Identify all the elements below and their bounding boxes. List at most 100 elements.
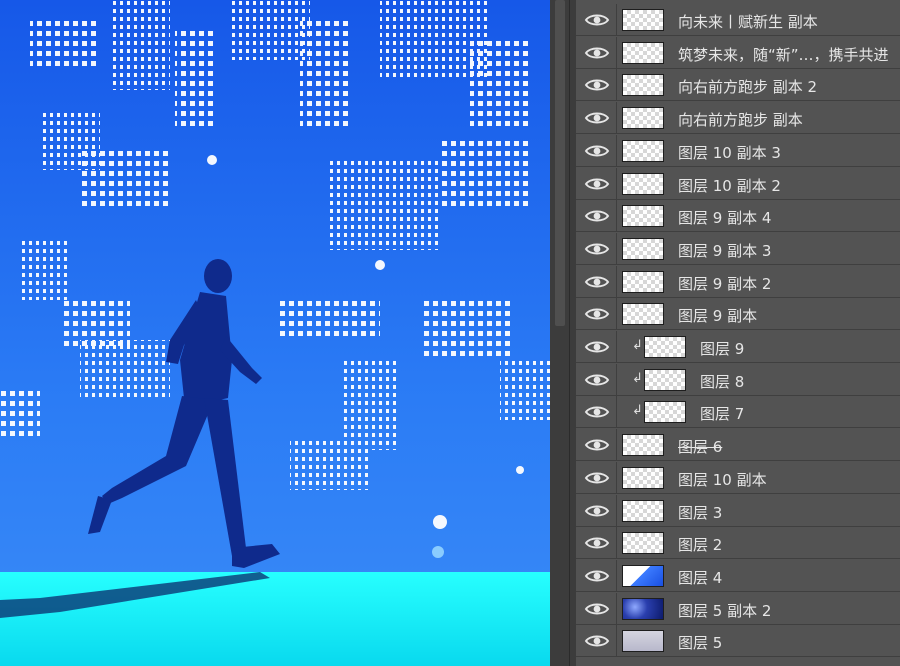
layer-thumbnail[interactable] [622, 74, 664, 97]
eye-icon[interactable] [584, 339, 610, 355]
eye-icon[interactable] [584, 503, 610, 519]
layer-name[interactable]: 图层 9 副本 2 [678, 273, 771, 294]
layer-thumbnail[interactable] [622, 172, 664, 195]
row-separator [616, 494, 617, 527]
layer-name[interactable]: 图层 10 副本 [678, 469, 767, 490]
eye-icon[interactable] [584, 437, 610, 453]
clipping-mask-icon: ↲ [632, 338, 643, 353]
layer-name[interactable]: 图层 9 副本 [678, 305, 757, 326]
layer-name[interactable]: 向右前方跑步 副本 2 [678, 76, 817, 97]
row-separator [616, 102, 617, 135]
layer-row[interactable]: 图层 10 副本 2 [576, 167, 900, 200]
layer-thumbnail[interactable] [622, 434, 664, 457]
layer-row[interactable]: 图层 9 副本 [576, 298, 900, 331]
layer-row[interactable]: 图层 10 副本 3 [576, 134, 900, 167]
eye-icon[interactable] [584, 535, 610, 551]
row-separator [616, 232, 617, 265]
eye-icon[interactable] [584, 372, 610, 388]
row-separator [616, 69, 617, 102]
eye-icon[interactable] [584, 77, 610, 93]
layer-name[interactable]: 图层 10 副本 2 [678, 175, 781, 196]
layer-thumbnail[interactable] [644, 336, 686, 358]
layer-row[interactable]: ↲ 图层 7 [576, 396, 900, 429]
layer-thumbnail[interactable] [622, 205, 664, 228]
row-separator [616, 4, 617, 36]
layer-name[interactable]: 图层 5 副本 2 [678, 600, 771, 621]
layer-thumbnail[interactable] [622, 139, 664, 162]
layer-thumbnail[interactable] [622, 303, 664, 326]
layer-thumbnail[interactable] [622, 597, 664, 620]
layer-row[interactable]: 图层 9 副本 3 [576, 232, 900, 265]
layer-name[interactable]: 图层 5 [678, 632, 722, 653]
row-separator [616, 527, 617, 560]
layer-name[interactable]: 图层 7 [700, 403, 744, 424]
layer-thumbnail[interactable] [622, 107, 664, 130]
layer-row[interactable]: 图层 5 [576, 625, 900, 658]
layer-thumbnail[interactable] [622, 630, 664, 653]
eye-icon[interactable] [584, 568, 610, 584]
eye-icon[interactable] [584, 176, 610, 192]
floor [0, 572, 550, 666]
eye-icon[interactable] [584, 12, 610, 28]
layer-row[interactable]: ↲ 图层 9 [576, 331, 900, 363]
eye-icon[interactable] [584, 601, 610, 617]
layer-name[interactable]: 图层 9 副本 4 [678, 207, 771, 228]
layer-thumbnail[interactable] [622, 9, 664, 31]
row-separator [616, 559, 617, 592]
layer-name[interactable]: 图层 9 [700, 338, 744, 359]
layer-row[interactable]: 筑梦未来，随“新”…，携手共进 [576, 36, 900, 69]
eye-icon[interactable] [584, 208, 610, 224]
document-canvas[interactable] [0, 0, 550, 666]
row-separator [616, 167, 617, 200]
layer-name[interactable]: 图层 6 [678, 436, 722, 457]
layer-thumbnail[interactable] [622, 564, 664, 587]
layer-name[interactable]: 图层 8 [700, 371, 744, 392]
layer-row[interactable]: 图层 2 [576, 527, 900, 560]
layer-name[interactable]: 向未来丨赋新生 副本 [678, 11, 818, 32]
layer-row[interactable]: 图层 3 [576, 494, 900, 527]
layer-row[interactable]: ↲ 图层 8 [576, 363, 900, 396]
layer-name[interactable]: 向右前方跑步 副本 [678, 109, 803, 130]
eye-icon[interactable] [584, 404, 610, 420]
layer-thumbnail[interactable] [622, 41, 664, 64]
layer-thumbnail[interactable] [622, 237, 664, 260]
row-separator [616, 134, 617, 167]
eye-icon[interactable] [584, 143, 610, 159]
row-separator [616, 363, 617, 396]
layer-name[interactable]: 图层 2 [678, 534, 722, 555]
layer-row[interactable]: 图层 5 副本 2 [576, 592, 900, 625]
layer-row[interactable]: 图层 6 [576, 429, 900, 462]
layer-thumbnail[interactable] [622, 499, 664, 522]
eye-icon[interactable] [584, 470, 610, 486]
layer-name[interactable]: 图层 4 [678, 567, 722, 588]
row-separator [616, 200, 617, 233]
eye-icon[interactable] [584, 274, 610, 290]
layer-row[interactable]: 图层 4 [576, 559, 900, 592]
layer-row[interactable]: 向右前方跑步 副本 [576, 102, 900, 135]
row-separator [616, 461, 617, 494]
eye-icon[interactable] [584, 110, 610, 126]
eye-icon[interactable] [584, 45, 610, 61]
layer-name[interactable]: 图层 9 副本 3 [678, 240, 771, 261]
layer-thumbnail[interactable] [622, 532, 664, 555]
layer-name[interactable]: 筑梦未来，随“新”…，携手共进 [678, 44, 889, 65]
layer-row[interactable]: 向右前方跑步 副本 2 [576, 69, 900, 102]
eye-icon[interactable] [584, 241, 610, 257]
canvas-artwork [0, 0, 550, 666]
eye-icon[interactable] [584, 306, 610, 322]
row-separator [616, 625, 617, 658]
layer-thumbnail[interactable] [622, 270, 664, 293]
row-separator [616, 592, 617, 625]
layer-thumbnail[interactable] [622, 466, 664, 489]
layer-thumbnail[interactable] [644, 368, 686, 391]
layer-row[interactable]: 图层 9 副本 2 [576, 265, 900, 298]
layer-name[interactable]: 图层 10 副本 3 [678, 142, 781, 163]
scrollbar-thumb[interactable] [555, 0, 565, 326]
layer-name[interactable]: 图层 3 [678, 502, 722, 523]
layer-row[interactable]: 向未来丨赋新生 副本 [576, 4, 900, 36]
layer-thumbnail[interactable] [644, 401, 686, 424]
layer-row[interactable]: 图层 9 副本 4 [576, 200, 900, 233]
eye-icon[interactable] [584, 633, 610, 649]
layer-row[interactable]: 图层 10 副本 [576, 461, 900, 494]
clipping-mask-icon: ↲ [632, 370, 643, 386]
